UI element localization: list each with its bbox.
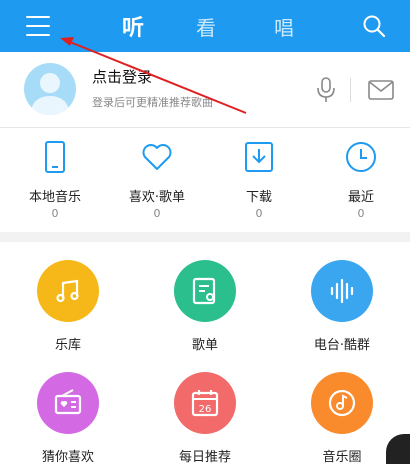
- download-label: 下载: [245, 190, 272, 205]
- favorites-count: 0: [153, 207, 161, 220]
- library-item[interactable]: 乐库: [0, 242, 136, 353]
- top-bar: 听 看 唱: [0, 0, 410, 52]
- music-disc-icon: [328, 389, 356, 417]
- messages-button[interactable]: [368, 80, 394, 100]
- mail-icon: [368, 80, 394, 100]
- guess-like-label: 猜你喜欢: [41, 450, 94, 464]
- download-item[interactable]: 下载 0: [208, 128, 310, 232]
- profile-section: 点击登录 登录后可更精准推荐歌曲: [0, 52, 410, 128]
- radio-label: 电台·酷群: [313, 338, 371, 353]
- avatar[interactable]: [24, 63, 76, 115]
- quick-links: 本地音乐 0 喜欢·歌单 0 下载 0 最近 0: [0, 128, 410, 232]
- login-title[interactable]: 点击登录: [92, 66, 152, 87]
- calendar-icon: 26: [191, 390, 219, 417]
- feature-grid: 乐库 歌单 电台·酷群 猜你喜欢 26 每日推荐 音乐圈: [0, 242, 410, 464]
- favorites-item[interactable]: 喜欢·歌单 0: [106, 128, 208, 232]
- menu-button[interactable]: [26, 14, 52, 38]
- heart-icon: [142, 144, 172, 170]
- library-icon-circle: [37, 260, 99, 322]
- search-button[interactable]: [362, 14, 386, 38]
- download-count: 0: [255, 207, 263, 220]
- favorites-label: 喜欢·歌单: [128, 190, 186, 205]
- recent-label: 最近: [347, 190, 374, 205]
- local-music-label: 本地音乐: [28, 190, 81, 205]
- download-icon: [245, 142, 273, 172]
- phone-icon: [45, 141, 65, 173]
- music-note-icon: [56, 279, 79, 303]
- playlist-item[interactable]: 歌单: [137, 242, 273, 353]
- login-subtitle: 登录后可更精准推荐歌曲: [92, 96, 213, 109]
- radio-icon-circle: [311, 260, 373, 322]
- local-music-count: 0: [51, 207, 59, 220]
- guess-like-icon-circle: [37, 372, 99, 434]
- recent-count: 0: [357, 207, 365, 220]
- divider: [350, 78, 351, 102]
- guess-like-item[interactable]: 猜你喜欢: [0, 354, 136, 464]
- voice-search-button[interactable]: [314, 76, 338, 104]
- music-circle-icon-circle: [311, 372, 373, 434]
- playlist-icon: [192, 277, 216, 305]
- microphone-icon: [317, 77, 335, 102]
- playlist-icon-circle: [174, 260, 236, 322]
- tab-sing[interactable]: 唱: [274, 12, 294, 41]
- radio-item[interactable]: 电台·酷群: [274, 242, 410, 353]
- tab-listen[interactable]: 听: [122, 10, 144, 42]
- clock-icon: [346, 142, 376, 172]
- local-music-item[interactable]: 本地音乐 0: [4, 128, 106, 232]
- recent-item[interactable]: 最近 0: [310, 128, 410, 232]
- playlist-label: 歌单: [191, 338, 218, 353]
- radio-wave-icon: [330, 278, 354, 304]
- daily-recommend-icon-circle: 26: [174, 372, 236, 434]
- daily-recommend-item[interactable]: 26 每日推荐: [137, 354, 273, 464]
- library-label: 乐库: [54, 338, 81, 353]
- daily-recommend-label: 每日推荐: [178, 450, 231, 464]
- tab-watch[interactable]: 看: [196, 12, 216, 41]
- search-icon: [363, 15, 386, 38]
- radio-heart-icon: [54, 389, 82, 415]
- calendar-day: 26: [199, 404, 212, 415]
